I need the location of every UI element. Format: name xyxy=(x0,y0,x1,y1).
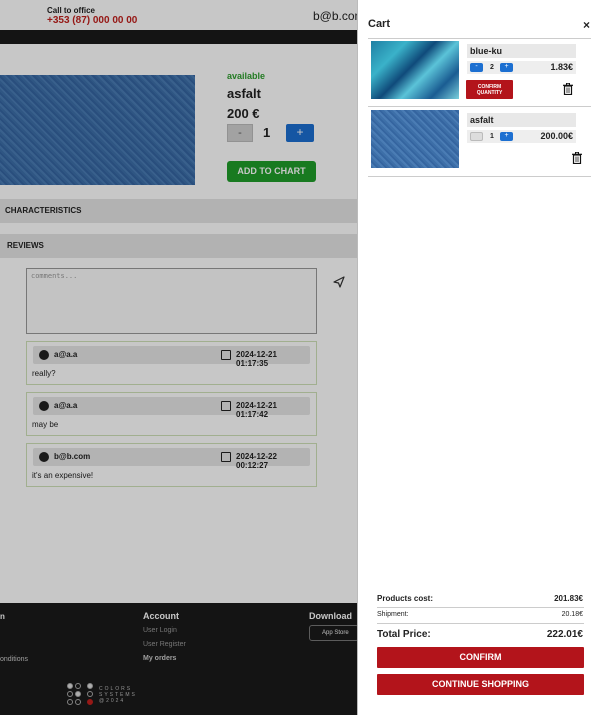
cart-item-name: asfalt xyxy=(467,113,576,127)
cart-item-image xyxy=(371,41,459,99)
confirm-quantity-button[interactable]: CONFIRM QUANTITY xyxy=(466,80,513,99)
cart-panel: Cart × blue-ku - 2 + 1.83€ CONFIRM QUANT… xyxy=(357,0,600,715)
continue-shopping-button[interactable]: CONTINUE SHOPPING xyxy=(377,674,584,695)
cart-quantity-increase-button[interactable]: + xyxy=(500,132,513,141)
shipment-label: Shipment: xyxy=(377,611,409,618)
cart-title: Cart xyxy=(368,18,391,30)
cart-item-quantity-row: - 2 + 1.83€ xyxy=(467,61,576,74)
trash-icon[interactable] xyxy=(563,83,573,95)
trash-icon[interactable] xyxy=(572,152,582,164)
divider xyxy=(377,607,584,608)
total-price-label: Total Price: xyxy=(377,629,431,640)
cart-item-price: 1.83€ xyxy=(550,62,573,72)
divider xyxy=(377,623,584,624)
cart-item-name: blue-ku xyxy=(467,44,576,58)
close-icon[interactable]: × xyxy=(583,18,590,32)
modal-backdrop[interactable] xyxy=(0,0,357,715)
cart-item-quantity-row: 1 + 200.00€ xyxy=(467,130,576,143)
shipment-value: 20.18€ xyxy=(561,611,583,618)
cart-quantity-increase-button[interactable]: + xyxy=(500,63,513,72)
cart-item-price: 200.00€ xyxy=(540,131,573,141)
cart-item-image xyxy=(371,110,459,168)
divider xyxy=(368,176,591,177)
products-cost-label: Products cost: xyxy=(377,594,434,603)
cart-quantity-decrease-button[interactable]: - xyxy=(470,63,483,72)
total-price-value: 222.01€ xyxy=(546,629,583,640)
divider xyxy=(368,106,591,107)
divider xyxy=(368,38,591,39)
cart-item-quantity: 1 xyxy=(490,133,494,140)
cart-item-quantity: 2 xyxy=(490,64,494,71)
cart-quantity-decrease-button[interactable] xyxy=(470,132,483,141)
confirm-order-button[interactable]: CONFIRM xyxy=(377,647,584,668)
products-cost-value: 201.83€ xyxy=(554,594,583,603)
